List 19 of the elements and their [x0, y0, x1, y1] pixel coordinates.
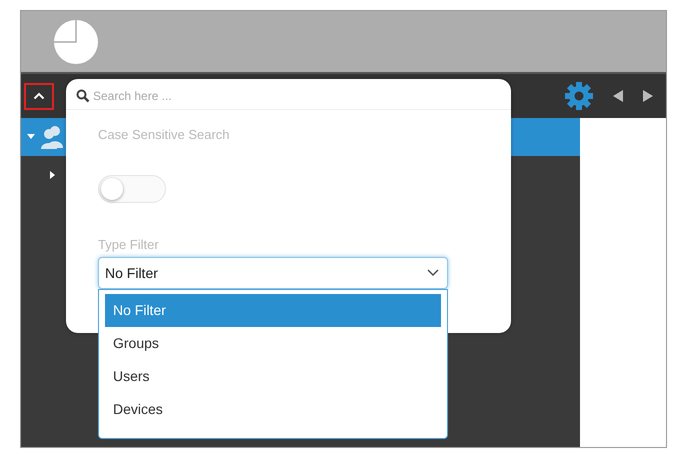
users-icon	[40, 124, 64, 150]
case-sensitive-label: Case Sensitive Search	[98, 127, 231, 142]
caret-down-icon[interactable]	[26, 133, 36, 141]
collapse-button[interactable]	[24, 82, 54, 110]
dropdown-option[interactable]: Devices	[105, 393, 441, 426]
chevron-up-icon	[33, 92, 45, 100]
type-filter-label: Type Filter	[98, 237, 160, 252]
right-arrow-icon[interactable]	[642, 89, 654, 103]
chevron-down-icon	[427, 269, 439, 277]
pie-chart-icon	[53, 18, 99, 64]
case-sensitive-toggle[interactable]	[98, 175, 166, 203]
settings-icon[interactable]	[564, 81, 594, 111]
dropdown-option[interactable]: Users	[105, 360, 441, 393]
type-filter-select[interactable]: No Filter	[98, 257, 448, 289]
left-arrow-icon[interactable]	[612, 89, 624, 103]
dropdown-option[interactable]: No Filter	[105, 294, 441, 327]
dropdown-option[interactable]: Groups	[105, 327, 441, 360]
caret-right-icon[interactable]	[49, 170, 57, 180]
search-icon	[76, 89, 90, 103]
